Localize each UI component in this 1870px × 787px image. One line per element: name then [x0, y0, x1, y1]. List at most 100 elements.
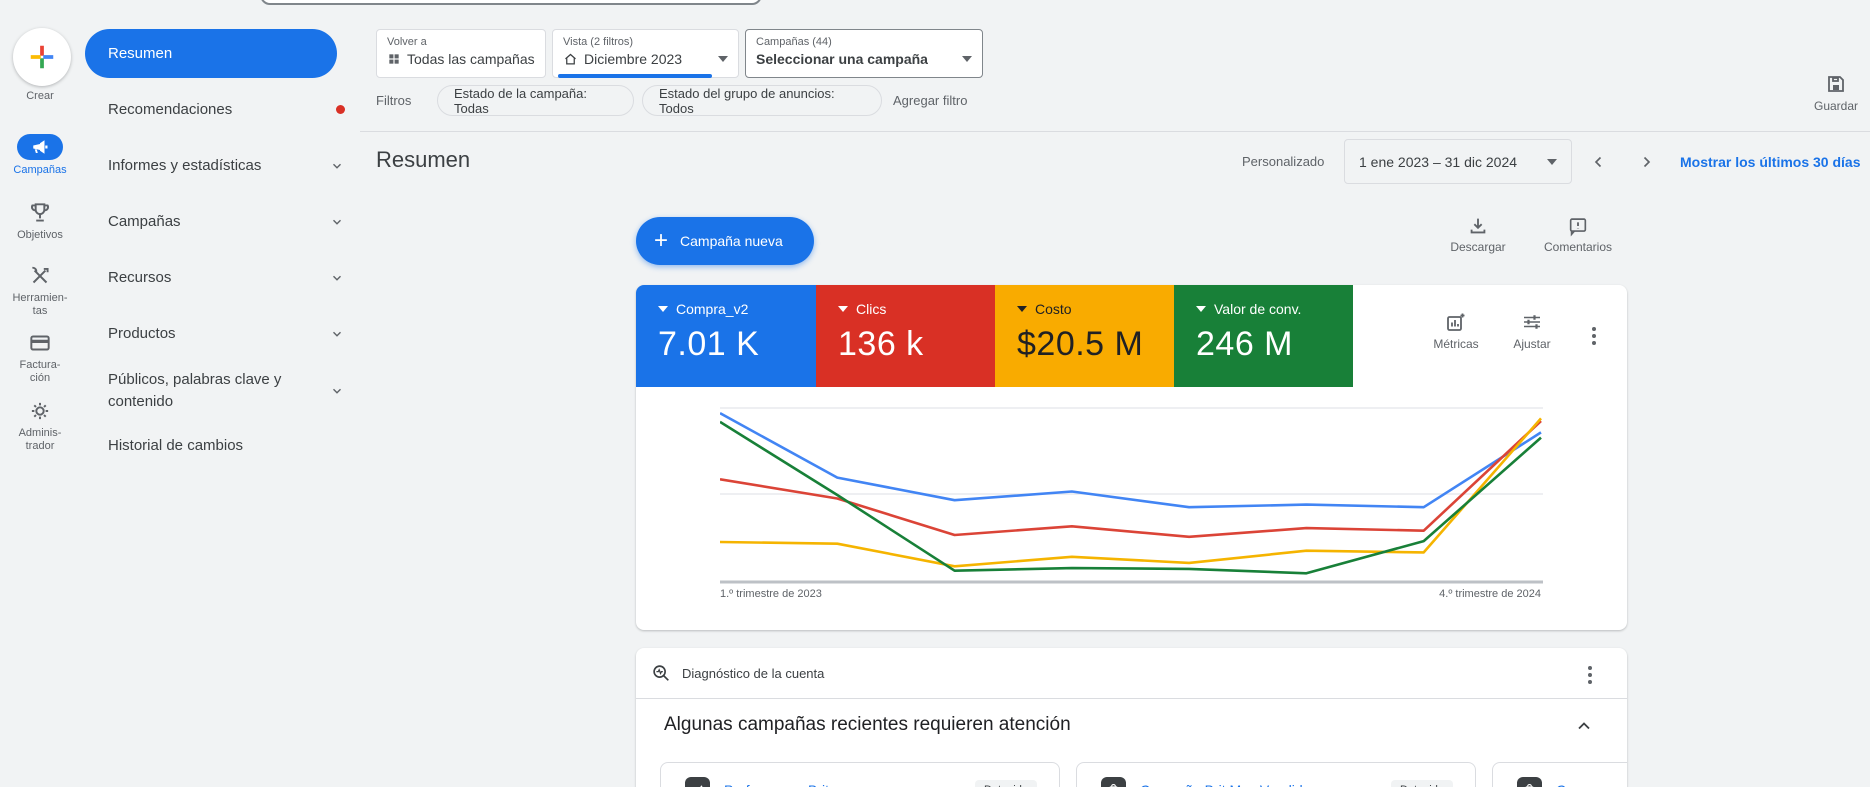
divider: [636, 698, 1627, 699]
rail-label-line2: tas: [32, 305, 48, 317]
chevron-down-icon: [330, 271, 344, 285]
download-icon: [1443, 215, 1513, 237]
metric-label: Clics: [856, 301, 887, 317]
diagnostics-magnifier-icon: [650, 662, 672, 684]
performance-line-chart: [720, 407, 1543, 584]
caret-down-icon: [838, 306, 848, 312]
account-diagnostics-card: Diagnóstico de la cuenta Algunas campaña…: [636, 648, 1627, 787]
sliders-icon: [1500, 310, 1564, 334]
rail-item-administrador[interactable]: Adminis- trador: [0, 398, 80, 453]
selector-value: Todas las campañas: [407, 51, 535, 67]
plus-multicolor-icon: [27, 42, 57, 72]
status-badge: Detenida: [974, 779, 1037, 787]
create-button[interactable]: [13, 28, 71, 86]
campaign-link[interactable]: Campaña Brit Mas Vendida...: [1140, 782, 1377, 787]
chart-plus-icon: [1420, 310, 1492, 334]
show-last-30-days-link[interactable]: Mostrar los últimos 30 días: [1680, 154, 1861, 170]
chart-line-Costo: [720, 417, 1542, 568]
credit-card-icon: [0, 330, 80, 356]
date-prev-button[interactable]: [1585, 148, 1613, 176]
save-button[interactable]: Guardar: [1808, 72, 1864, 113]
metric-label: Costo: [1035, 301, 1072, 317]
notification-dot: [336, 105, 345, 114]
metrics-button[interactable]: Métricas: [1420, 310, 1492, 351]
sidebar-item-informes[interactable]: Informes y estadísticas: [108, 157, 344, 174]
page-title: Resumen: [376, 147, 471, 172]
vista-selector[interactable]: Vista (2 filtros) Diciembre 2023: [552, 29, 739, 78]
date-range-picker[interactable]: 1 ene 2023 – 31 dic 2024: [1344, 139, 1572, 184]
chart-line-Compra_v2: [720, 412, 1542, 509]
status-badge: Detenida: [1390, 779, 1453, 787]
filters-label: Filtros: [376, 93, 412, 108]
metric-value: 246 M: [1196, 325, 1293, 363]
campaign-alert-card[interactable]: Performance Brit... Detenida: [660, 762, 1060, 787]
comments-button[interactable]: Comentarios: [1535, 215, 1621, 254]
active-view-indicator: [558, 74, 712, 78]
new-campaign-label: Campaña nueva: [680, 233, 783, 249]
rail-item-facturacion[interactable]: Factura- ción: [0, 330, 80, 385]
caret-down-icon: [1017, 306, 1027, 312]
x-axis-label-end: 4.º trimestre de 2024: [1439, 588, 1541, 600]
rail-label-line1: Herramien-: [12, 292, 68, 304]
campaign-alert-card[interactable]: Campa: [1492, 762, 1627, 787]
rail-label: Campañas: [13, 164, 67, 176]
attention-section-title: Algunas campañas recientes requieren ate…: [664, 714, 1071, 735]
sidebar-item-label: Historial de cambios: [108, 437, 244, 454]
campaign-link[interactable]: Campa: [1556, 782, 1627, 787]
metric-card-compra[interactable]: Compra_v2 7.01 K: [636, 285, 816, 387]
rail-label-line1: Factura-: [19, 359, 61, 371]
chevron-up-icon: [1578, 722, 1590, 730]
sidebar-item-recomendaciones[interactable]: Recomendaciones: [108, 101, 345, 118]
overview-more-menu[interactable]: [1588, 323, 1600, 349]
campaign-type-icon: [1101, 777, 1126, 787]
new-campaign-button[interactable]: + Campaña nueva: [636, 217, 814, 265]
selector-value: Diciembre 2023: [584, 51, 683, 67]
chevron-down-icon: [330, 159, 344, 173]
sidebar-item-productos[interactable]: Productos: [108, 325, 344, 342]
home-icon: [563, 52, 578, 67]
sidebar-item-resumen[interactable]: Resumen: [85, 29, 337, 78]
campaign-link[interactable]: Performance Brit...: [724, 782, 961, 787]
sidebar-item-label-line2: contenido: [108, 393, 174, 410]
filter-chip-campaign-state[interactable]: Estado de la campaña: Todas: [437, 85, 634, 116]
rail-item-herramientas[interactable]: Herramien- tas: [0, 263, 80, 318]
adjust-button[interactable]: Ajustar: [1500, 310, 1564, 351]
download-button[interactable]: Descargar: [1443, 215, 1513, 254]
sidebar-item-label: Campañas: [108, 213, 181, 230]
caret-down-icon: [962, 56, 972, 62]
add-filter-button[interactable]: Agregar filtro: [893, 93, 967, 108]
selector-label: Vista (2 filtros): [563, 36, 634, 48]
back-to-selector[interactable]: Volver a Todas las campañas: [376, 29, 546, 78]
metric-card-costo[interactable]: Costo $20.5 M: [995, 285, 1174, 387]
campaign-alert-card[interactable]: Campaña Brit Mas Vendida... Detenida: [1076, 762, 1476, 787]
left-icon-rail: Crear Campañas Objetivos Herramien- tas …: [0, 0, 80, 787]
date-range-type: Personalizado: [1242, 154, 1325, 169]
save-icon: [1808, 72, 1864, 96]
date-next-button[interactable]: [1632, 148, 1660, 176]
collapse-section-button[interactable]: [1574, 716, 1594, 736]
selector-label: Volver a: [387, 36, 427, 48]
rail-label: Objetivos: [17, 229, 63, 241]
campaign-type-icon: [685, 777, 710, 787]
sidebar-item-historial[interactable]: Historial de cambios: [108, 437, 344, 454]
comment-icon: [1535, 215, 1621, 237]
gear-icon: [0, 398, 80, 424]
overview-chart-card: Compra_v2 7.01 K Clics 136 k Costo $20.5…: [636, 285, 1627, 630]
sidebar-item-publicos[interactable]: Públicos, palabras clave y contenido: [108, 369, 344, 413]
metric-card-clics[interactable]: Clics 136 k: [816, 285, 995, 387]
filter-chip-adgroup-state[interactable]: Estado del grupo de anuncios: Todos: [642, 85, 882, 116]
campaign-selector[interactable]: Campañas (44) Seleccionar una campaña: [745, 29, 983, 78]
divider: [360, 131, 1870, 132]
metric-card-valor-conv[interactable]: Valor de conv. 246 M: [1174, 285, 1353, 387]
rail-label-line1: Adminis-: [18, 427, 62, 439]
diagnostics-title: Diagnóstico de la cuenta: [682, 665, 825, 681]
selector-label: Campañas (44): [756, 36, 832, 48]
chip-label: Estado del grupo de anuncios: Todos: [659, 85, 835, 116]
rail-item-campanas[interactable]: Campañas: [0, 134, 80, 177]
sidebar-item-campanas[interactable]: Campañas: [108, 213, 344, 230]
rail-item-objetivos[interactable]: Objetivos: [0, 200, 80, 242]
chevron-down-icon: [330, 384, 344, 398]
sidebar-item-recursos[interactable]: Recursos: [108, 269, 344, 286]
diagnostics-more-menu[interactable]: [1584, 662, 1596, 688]
metric-value: $20.5 M: [1017, 325, 1144, 363]
